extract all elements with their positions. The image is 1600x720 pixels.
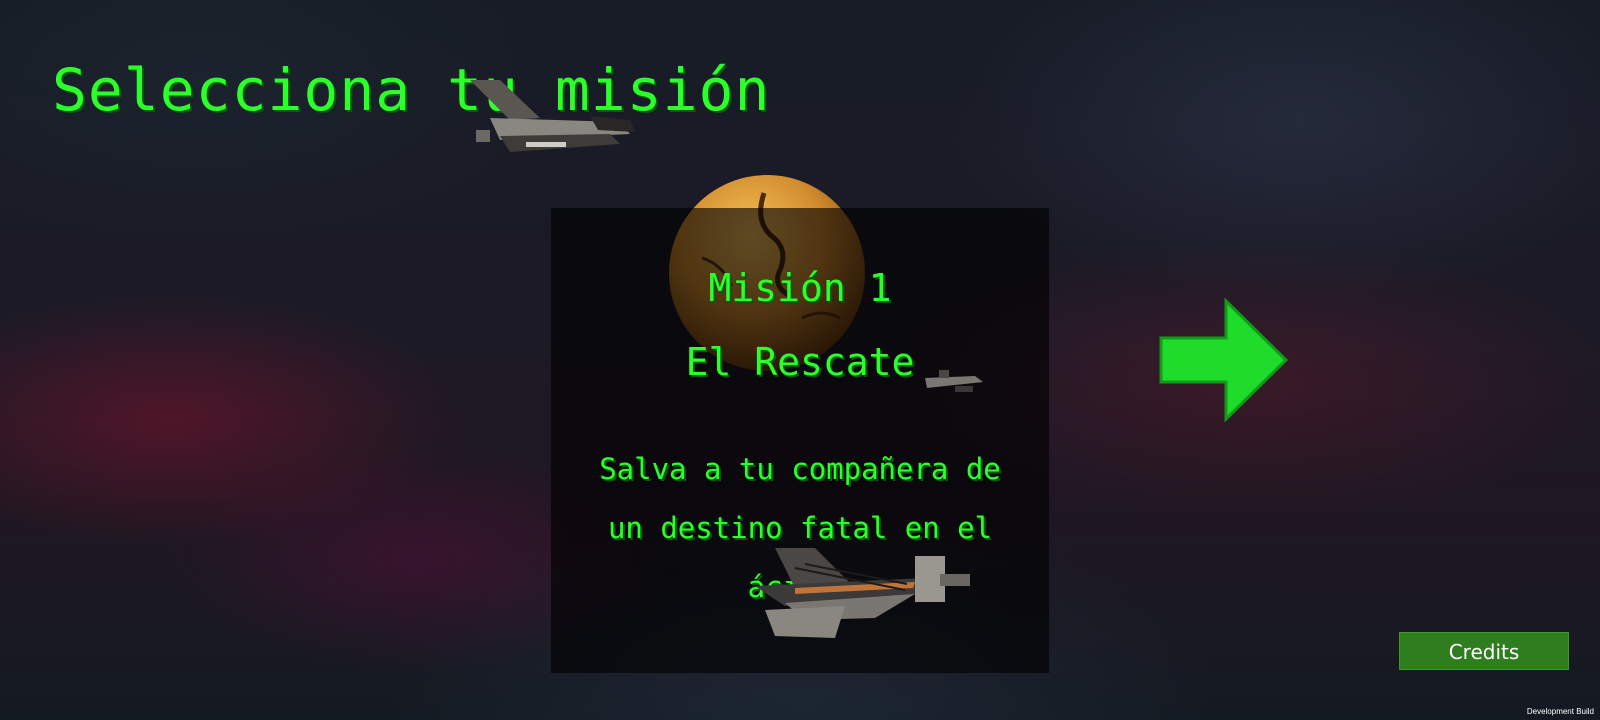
mission-number: Misión 1 bbox=[708, 266, 892, 310]
right-arrow-icon[interactable] bbox=[1158, 298, 1290, 422]
spaceship-illustration bbox=[755, 548, 970, 638]
development-build-label: Development Build bbox=[1526, 707, 1594, 716]
page-title: Selecciona tu misión bbox=[52, 56, 771, 124]
spaceship-illustration bbox=[470, 80, 635, 152]
credits-button[interactable]: Credits bbox=[1399, 632, 1569, 670]
mission-select-screen: Misión 1 El Rescate Salva a tu compañera… bbox=[0, 0, 1600, 720]
small-spaceship-illustration bbox=[925, 370, 983, 392]
